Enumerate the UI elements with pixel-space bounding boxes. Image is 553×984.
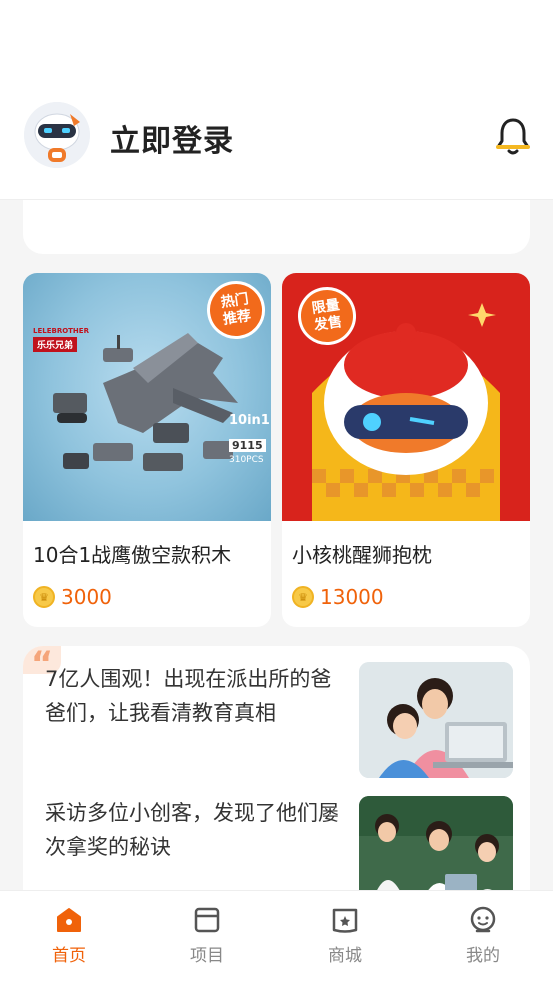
- article-list: “ 7亿人围观！出现在派出所的爸爸们，让我看清教育真相 采访多位小创客，发现了他…: [23, 646, 530, 890]
- article-item[interactable]: 7亿人围观！出现在派出所的爸爸们，让我看清教育真相: [45, 662, 345, 730]
- tab-store[interactable]: 商城: [305, 905, 385, 966]
- header: 立即登录: [0, 0, 553, 200]
- product-name: 10合1战鹰傲空款积木: [33, 543, 232, 567]
- project-icon: [194, 907, 220, 933]
- content-scroll[interactable]: LELEBROTHER 乐乐兄弟 10in1 9115 310PCS 热门 推荐 …: [0, 200, 553, 890]
- brand-cn-label: 乐乐兄弟: [33, 337, 78, 352]
- product-image: 限量 发售: [282, 273, 530, 521]
- tab-label: 项目: [190, 946, 224, 966]
- banner-card: [23, 200, 530, 254]
- tab-label: 我的: [466, 946, 500, 966]
- product-card[interactable]: 限量 发售 小核桃醒狮抱枕 ♛ 13000: [282, 273, 530, 627]
- brand-label: LELEBROTHER: [33, 327, 89, 335]
- product-price: ♛ 3000: [33, 585, 112, 609]
- box-pcs: 310PCS: [229, 455, 264, 465]
- tab-profile[interactable]: 我的: [443, 905, 523, 966]
- tab-home[interactable]: 首页: [29, 905, 109, 966]
- avatar[interactable]: [24, 102, 90, 168]
- family-laptop-image-icon: [359, 662, 513, 778]
- home-icon: [57, 908, 81, 932]
- article-thumbnail[interactable]: [359, 662, 513, 778]
- profile-icon: [470, 906, 496, 933]
- classroom-image-icon: [359, 796, 513, 890]
- tab-label: 商城: [328, 946, 362, 966]
- product-image: LELEBROTHER 乐乐兄弟 10in1 9115 310PCS 热门 推荐: [23, 273, 271, 521]
- product-name: 小核桃醒狮抱枕: [292, 543, 432, 567]
- box-text: 10in1: [229, 413, 270, 428]
- store-icon: [332, 908, 358, 933]
- article-item[interactable]: 采访多位小创客，发现了他们屡次拿奖的秘诀: [45, 796, 345, 864]
- coin-icon: ♛: [33, 586, 55, 608]
- article-thumbnail[interactable]: [359, 796, 513, 890]
- bell-icon[interactable]: [495, 116, 531, 156]
- robot-mascot-icon: [24, 102, 90, 168]
- login-link[interactable]: 立即登录: [110, 116, 234, 160]
- bottom-tab-bar: 首页 项目 商城 我的: [0, 890, 553, 984]
- product-card[interactable]: LELEBROTHER 乐乐兄弟 10in1 9115 310PCS 热门 推荐 …: [23, 273, 271, 627]
- box-model: 9115: [229, 439, 266, 452]
- tab-project[interactable]: 项目: [167, 905, 247, 966]
- product-price: ♛ 13000: [292, 585, 384, 609]
- tab-label: 首页: [52, 946, 86, 966]
- coin-icon: ♛: [292, 586, 314, 608]
